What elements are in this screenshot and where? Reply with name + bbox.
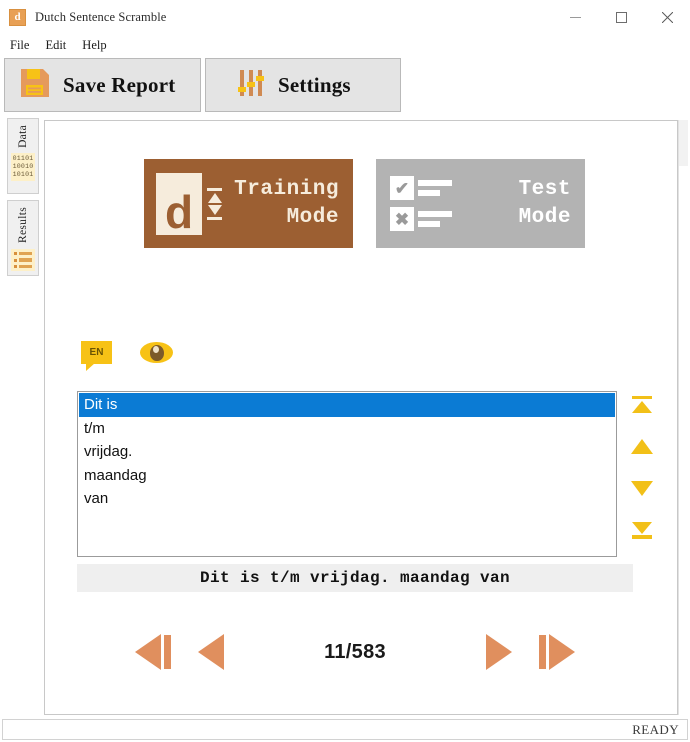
test-mode-line1: Test (518, 177, 571, 201)
list-icon (11, 248, 35, 272)
dutch-card-reorder-icon: d (156, 172, 222, 235)
sliders-icon (236, 68, 266, 103)
sidebar-tab-data[interactable]: Data 01101 10010 10101 (7, 118, 39, 194)
speech-bubble-icon[interactable]: EN (81, 341, 112, 371)
test-mode-label: Test Mode (452, 176, 585, 232)
arrow-up-icon[interactable] (630, 435, 654, 457)
test-mode-button[interactable]: ✔ ✖ Test Mode (376, 159, 585, 248)
menu-item-file[interactable]: File (10, 38, 29, 53)
scrollbar-thumb[interactable] (679, 120, 688, 166)
app-icon: d (9, 8, 26, 26)
checkbox-cross-icon: ✔ ✖ (390, 176, 452, 231)
list-item[interactable]: van (79, 487, 615, 511)
title-bar: d Dutch Sentence Scramble (0, 0, 690, 34)
cross-glyph: ✖ (390, 207, 414, 231)
scramble-listbox[interactable]: Dit is t/m vrijdag. maandag van (77, 391, 617, 557)
training-mode-line2: Mode (286, 205, 339, 229)
window-controls (552, 0, 690, 34)
arrow-to-top-icon[interactable] (630, 393, 654, 415)
arrow-down-icon[interactable] (630, 477, 654, 499)
floppy-disk-icon (19, 67, 51, 104)
next-icon[interactable] (470, 626, 528, 678)
toolbar: Save Report Settings (0, 58, 690, 114)
scramble-list-container: Dit is t/m vrijdag. maandag van (77, 391, 617, 557)
settings-label: Settings (278, 72, 351, 97)
skip-to-last-icon[interactable] (528, 626, 586, 678)
status-text: READY (632, 721, 679, 737)
binary-row: 10101 (12, 170, 34, 178)
check-glyph: ✔ (390, 176, 414, 200)
list-item[interactable]: vrijdag. (79, 440, 615, 464)
arrow-to-bottom-icon[interactable] (630, 519, 654, 541)
page-counter: 11/583 (324, 640, 386, 663)
window-title: Dutch Sentence Scramble (35, 9, 167, 24)
sidebar-tabs: Data 01101 10010 10101 Results (7, 118, 39, 276)
list-item[interactable]: Dit is (79, 393, 615, 417)
binary-data-icon: 01101 10010 10101 (10, 152, 36, 181)
settings-button[interactable]: Settings (205, 58, 401, 112)
toolbar-filler (401, 58, 690, 112)
list-item[interactable]: maandag (79, 464, 615, 488)
mode-selector: d Training Mode ✔ ✖ Test Mode (144, 159, 585, 248)
list-item[interactable]: t/m (79, 417, 615, 441)
navigation-bar: 11/583 (77, 626, 633, 678)
status-bar: READY (2, 719, 688, 740)
minimize-icon[interactable] (552, 0, 598, 34)
application-window: d Dutch Sentence Scramble File Edit Help (0, 0, 690, 742)
reorder-controls (630, 393, 654, 541)
sentence-preview-text: Dit is t/m vrijdag. maandag van (199, 569, 511, 587)
eye-icon[interactable] (140, 342, 173, 363)
sentence-preview: Dit is t/m vrijdag. maandag van (77, 564, 633, 592)
save-report-label: Save Report (63, 72, 176, 97)
sidebar-tab-data-label: Data (17, 125, 29, 148)
vertical-scrollbar[interactable] (678, 120, 688, 715)
menu-item-edit[interactable]: Edit (45, 38, 66, 53)
content-panel: d Training Mode ✔ ✖ Test Mode EN Dit is … (44, 120, 678, 715)
save-report-button[interactable]: Save Report (4, 58, 201, 112)
sidebar-tab-results-label: Results (17, 207, 29, 243)
language-badge-label: EN (89, 347, 104, 358)
previous-icon[interactable] (182, 626, 240, 678)
menu-item-help[interactable]: Help (82, 38, 106, 53)
training-mode-label: Training Mode (222, 176, 353, 232)
skip-to-first-icon[interactable] (124, 626, 182, 678)
sidebar-tab-results[interactable]: Results (7, 200, 39, 276)
training-mode-line1: Training (234, 177, 339, 201)
test-mode-line2: Mode (518, 205, 571, 229)
maximize-icon[interactable] (598, 0, 644, 34)
training-mode-button[interactable]: d Training Mode (144, 159, 353, 248)
badge-row: EN (81, 341, 173, 371)
binary-row: 01101 (12, 154, 34, 162)
close-icon[interactable] (644, 0, 690, 34)
menu-bar: File Edit Help (0, 34, 690, 56)
binary-row: 10010 (12, 162, 34, 170)
